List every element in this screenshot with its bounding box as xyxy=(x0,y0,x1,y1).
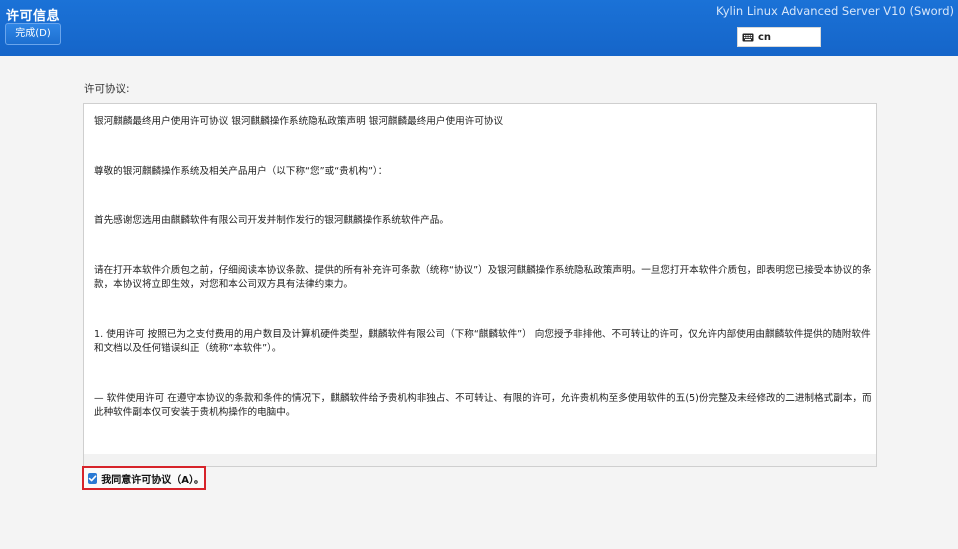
license-paragraph: 尊敬的银河麒麟操作系统及相关产品用户（以下称“您”或“贵机构”）： xyxy=(94,166,388,177)
keyboard-icon xyxy=(742,33,754,41)
product-name: Kylin Linux Advanced Server V10 (Sword) xyxy=(715,4,954,18)
license-paragraph: 1. 使用许可 按照已为之支付费用的用户数目及计算机硬件类型，麒麟软件有限公司（… xyxy=(94,329,871,354)
horizontal-scrollbar[interactable] xyxy=(84,454,876,466)
license-paragraph: 银河麒麟最终用户使用许可协议 银河麒麟操作系统隐私政策声明 银河麒麟最终用户使用… xyxy=(94,116,504,127)
done-button[interactable]: 完成(D) xyxy=(5,23,61,45)
agree-license-checkbox-row[interactable]: 我同意许可协议（A）。 xyxy=(82,466,206,490)
keyboard-layout-indicator[interactable]: cn xyxy=(737,27,821,47)
license-section-label: 许可协议: xyxy=(84,83,130,95)
license-paragraph: 首先感谢您选用由麒麟软件有限公司开发并制作发行的银河麒麟操作系统软件产品。 xyxy=(94,215,449,226)
checkmark-icon xyxy=(88,474,97,481)
agree-checkbox[interactable] xyxy=(88,472,98,484)
license-paragraph: — 软件使用许可 在遵守本协议的条款和条件的情况下，麒麟软件给予贵机构非独占、不… xyxy=(94,393,872,418)
page-title: 许可信息 xyxy=(6,9,61,24)
agree-checkbox-label: 我同意许可协议（A）。 xyxy=(101,474,204,486)
license-text-view[interactable]: 银河麒麟最终用户使用许可协议 银河麒麟操作系统隐私政策声明 银河麒麟最终用户使用… xyxy=(83,103,877,467)
keyboard-layout-label: cn xyxy=(758,31,772,43)
top-bar: 许可信息 完成(D) Kylin Linux Advanced Server V… xyxy=(0,0,958,56)
license-paragraph: 请在打开本软件介质包之前，仔细阅读本协议条款、提供的所有补充许可条款（统称“协议… xyxy=(94,265,872,290)
